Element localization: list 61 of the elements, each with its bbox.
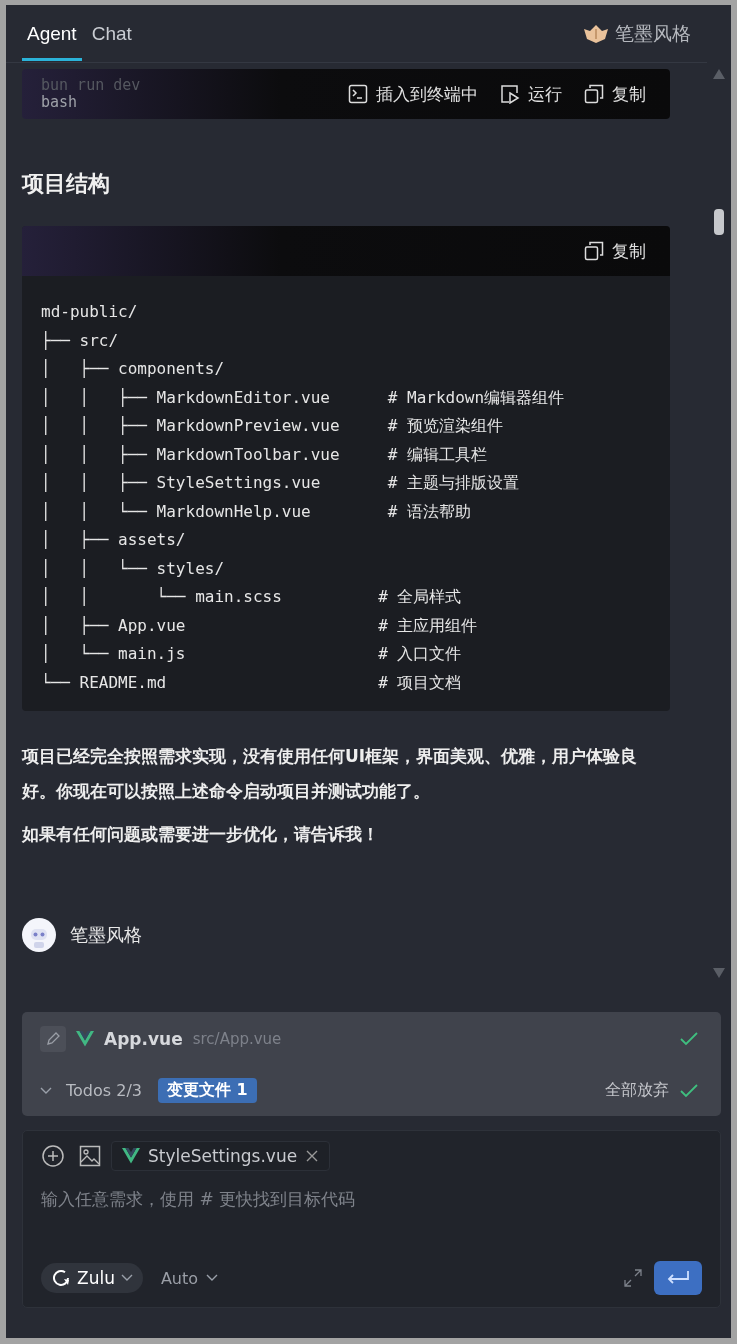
code-line: │ └── main.js # 入口文件 (41, 643, 463, 665)
model-selector[interactable]: Zulu (41, 1263, 143, 1293)
edit-icon (40, 1026, 66, 1052)
message-paragraph: 如果有任何问题或需要进一步优化，请告诉我！ (22, 823, 380, 846)
send-button[interactable] (654, 1261, 702, 1295)
code-language: bash (41, 94, 79, 111)
attachment-chip[interactable]: StyleSettings.vue (111, 1141, 331, 1171)
check-icon (679, 1082, 699, 1099)
accept-icon[interactable] (679, 1031, 699, 1047)
message-paragraph: 项目已经完全按照需求实现，没有使用任何UI框架，界面美观、优雅，用户体验良好。你现在可以按照上述命令启动项目并测试功能了。 (22, 745, 639, 803)
scrollbar-thumb[interactable] (714, 209, 724, 235)
code-line: │ │ └── styles/ (41, 557, 226, 580)
copy-icon (584, 241, 604, 261)
tab[interactable]: Chat (86, 6, 137, 61)
code-action-button[interactable]: 复制 (584, 82, 646, 106)
chevron-down-icon (206, 1274, 219, 1282)
code-action-button[interactable]: 插入到终端中 (348, 82, 478, 106)
assistant-name: 笔墨风格 (70, 923, 142, 947)
todos-toggle[interactable]: Todos 2/3 (40, 1081, 142, 1100)
code-line: bun run dev (41, 77, 141, 94)
code-line: └── README.md # 项目文档 (41, 671, 463, 694)
code-line: ├── src/ (41, 329, 120, 352)
code-action-button[interactable]: 运行 (500, 82, 562, 106)
run-icon (500, 84, 520, 104)
image-icon[interactable] (79, 1145, 101, 1167)
scroll-up-icon[interactable] (713, 69, 725, 79)
refresh-icon (51, 1268, 71, 1288)
file-path: src/App.vue (192, 1030, 282, 1048)
code-line: │ ├── components/ (41, 358, 226, 380)
check-icon (679, 1031, 699, 1047)
changed-files-badge[interactable]: 变更文件 1 (157, 1078, 257, 1103)
logo-icon (583, 23, 609, 44)
code-action-button[interactable]: 复制 (584, 239, 646, 263)
code-line: md-public/ (41, 301, 139, 323)
expand-icon[interactable] (624, 1269, 642, 1287)
section-heading: 项目结构 (22, 170, 111, 198)
tab[interactable]: Agent (22, 6, 82, 61)
vue-logo-icon (122, 1148, 140, 1164)
enter-icon (665, 1270, 691, 1286)
code-line: │ │ ├── MarkdownPreview.vue # 预览渲染组件 (41, 415, 505, 437)
avatar-icon (22, 918, 56, 952)
code-line: │ │ └── MarkdownHelp.vue # 语法帮助 (41, 500, 473, 523)
code-line: │ │ └── main.scss # 全局样式 (41, 586, 463, 608)
chevron-down-icon (120, 1274, 133, 1282)
discard-all-button[interactable]: 全部放弃 (605, 1080, 669, 1101)
add-icon[interactable] (41, 1144, 65, 1168)
code-line: │ ├── App.vue # 主应用组件 (41, 614, 479, 637)
vue-logo-icon (76, 1031, 94, 1047)
code-line: │ │ ├── MarkdownEditor.vue # Markdown编辑器组件 (41, 386, 566, 409)
close-icon[interactable] (305, 1149, 320, 1163)
copy-icon (584, 84, 604, 104)
prompt-field[interactable]: 输入任意需求，使用 # 更快找到目标代码 (41, 1189, 702, 1209)
file-name[interactable]: App.vue (104, 1029, 183, 1049)
chevron-down-icon (40, 1086, 52, 1095)
terminal-icon (348, 84, 368, 104)
code-line: │ ├── assets/ (41, 529, 187, 551)
code-line: │ │ ├── StyleSettings.vue # 主题与排版设置 (41, 472, 521, 494)
scroll-down-icon[interactable] (713, 968, 725, 978)
brand-name: 笔墨风格 (615, 20, 691, 46)
code-line: │ │ ├── MarkdownToolbar.vue # 编辑工具栏 (41, 443, 489, 466)
mode-selector[interactable]: Auto (154, 1267, 225, 1289)
